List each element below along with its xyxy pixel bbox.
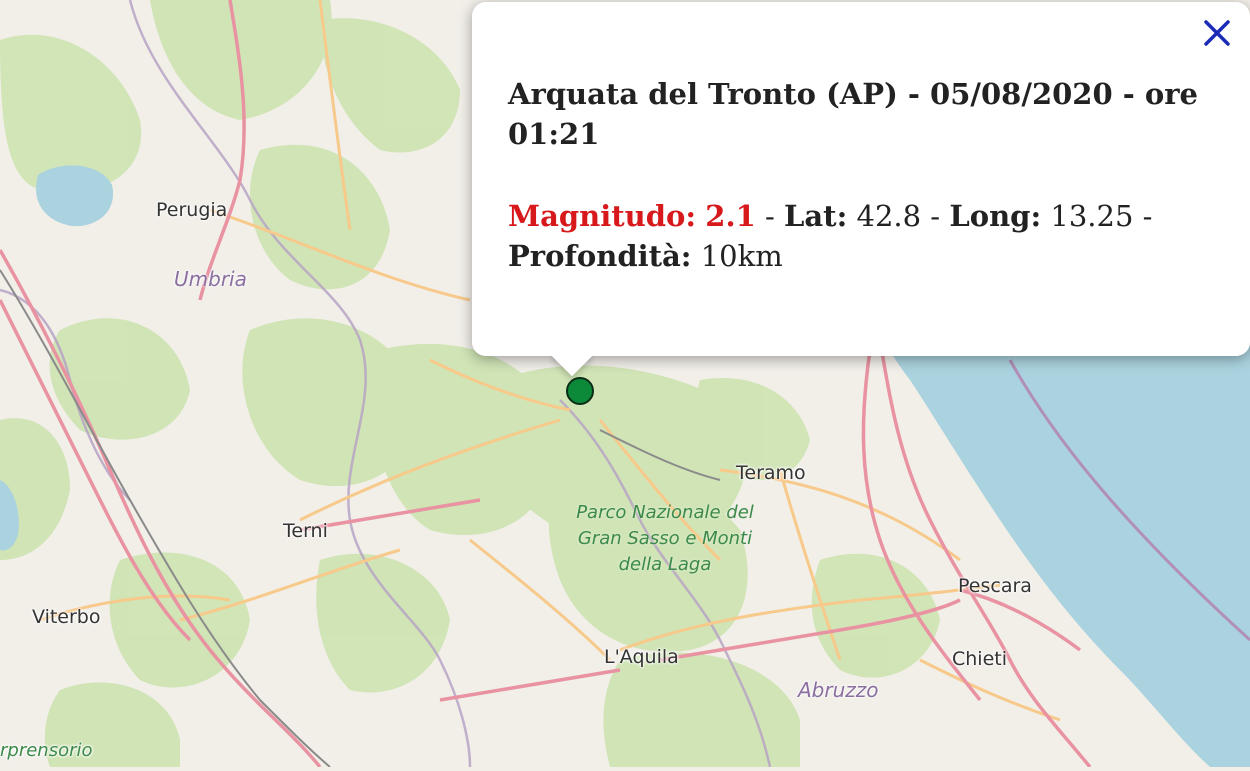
close-icon xyxy=(1204,20,1230,46)
popup-title: Arquata del Tronto (AP) - 05/08/2020 - o… xyxy=(508,77,1198,151)
map-canvas[interactable]: Perugia Terni Viterbo Teramo Pescara Chi… xyxy=(0,0,1250,769)
magnitude-label: Magnitudo: xyxy=(508,199,697,233)
city-label-laquila: L'Aquila xyxy=(604,646,679,668)
close-popup-button[interactable] xyxy=(1198,14,1236,52)
city-label-chieti: Chieti xyxy=(952,648,1008,670)
partial-place-label: rprensorio xyxy=(0,740,93,761)
city-label-teramo: Teramo xyxy=(736,462,806,484)
region-label-abruzzo: Abruzzo xyxy=(798,678,879,702)
city-label-perugia: Perugia xyxy=(156,199,228,221)
quake-details: Magnitudo: 2.1 - Lat: 42.8 - Long: 13.25… xyxy=(508,196,1208,276)
popup-body-fill xyxy=(472,300,1250,356)
city-label-viterbo: Viterbo xyxy=(32,606,101,628)
separator: - xyxy=(921,199,950,233)
city-label-pescara: Pescara xyxy=(958,575,1032,597)
depth-value: 10km xyxy=(700,239,783,273)
separator: - xyxy=(755,199,784,233)
long-label: Long: xyxy=(949,199,1042,233)
popup-content: Arquata del Tronto (AP) - 05/08/2020 - o… xyxy=(508,74,1208,276)
city-label-terni: Terni xyxy=(283,520,328,542)
lat-label: Lat: xyxy=(784,199,848,233)
separator: - xyxy=(1133,199,1153,233)
depth-label: Profondità: xyxy=(508,239,692,273)
long-value: 13.25 xyxy=(1050,199,1134,233)
park-label-gran-sasso: Parco Nazionale del Gran Sasso e Monti d… xyxy=(576,502,754,575)
earthquake-marker[interactable] xyxy=(566,377,594,405)
magnitude-value: 2.1 xyxy=(705,199,756,233)
lat-value: 42.8 xyxy=(856,199,922,233)
region-label-umbria: Umbria xyxy=(174,267,247,291)
